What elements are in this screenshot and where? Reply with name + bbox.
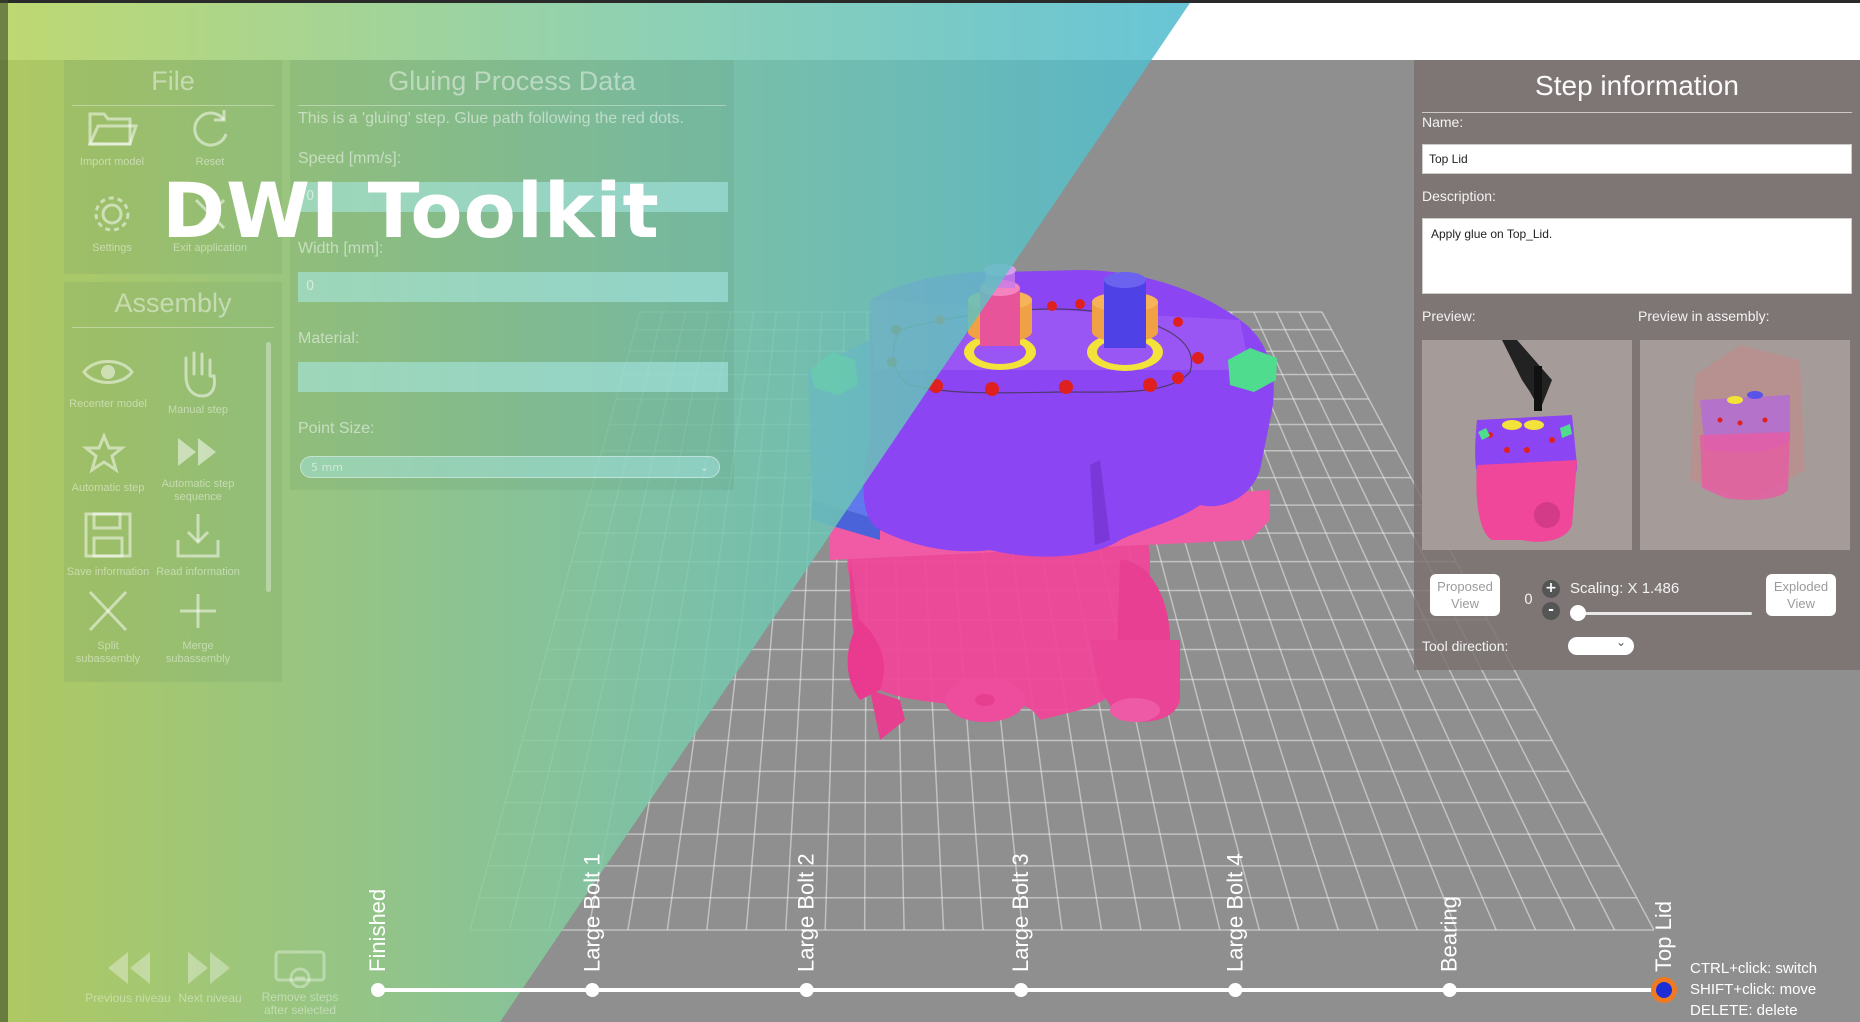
timeline-node-large-bolt-1[interactable] [585,983,600,997]
hint-move: SHIFT+click: move [1690,981,1817,998]
step-timeline[interactable]: Finished Large Bolt 1 Large Bolt 2 Large Bo… [0,0,1860,1022]
timeline-node-large-bolt-4[interactable] [1228,983,1243,997]
timeline-node-large-bolt-2[interactable] [799,983,814,997]
remove-steps-button[interactable]: Remove steps after selected [248,948,352,1017]
next-niveau-button[interactable]: Next niveau [160,948,260,1005]
rewind-icon [108,952,150,984]
timeline-node-large-bolt-3[interactable] [1014,983,1028,997]
timeline-label: Large Bolt 2 [794,853,819,972]
fast-forward-icon [188,952,230,984]
timeline-label: Large Bolt 3 [1008,853,1033,972]
app-window: File Import model Reset Settings Exit ap… [0,0,1860,1022]
timeline-label: Top Lid [1651,901,1676,972]
remove-steps-icon [274,950,326,989]
timeline-node-finished[interactable] [371,983,385,997]
timeline-label: Finished [365,889,390,972]
next-niveau-label: Next niveau [178,991,242,1005]
timeline-node-top-lid[interactable] [1656,982,1672,998]
left-edge [0,0,8,1022]
hint-switch: CTRL+click: switch [1690,960,1818,977]
timeline-node-bearing[interactable] [1442,983,1457,997]
timeline-label: Large Bolt 1 [579,853,604,972]
timeline-label: Large Bolt 4 [1222,853,1247,972]
hint-delete: DELETE: delete [1690,1002,1798,1019]
timeline-label: Bearing [1437,896,1462,972]
remove-steps-label: Remove steps after selected [261,990,339,1017]
